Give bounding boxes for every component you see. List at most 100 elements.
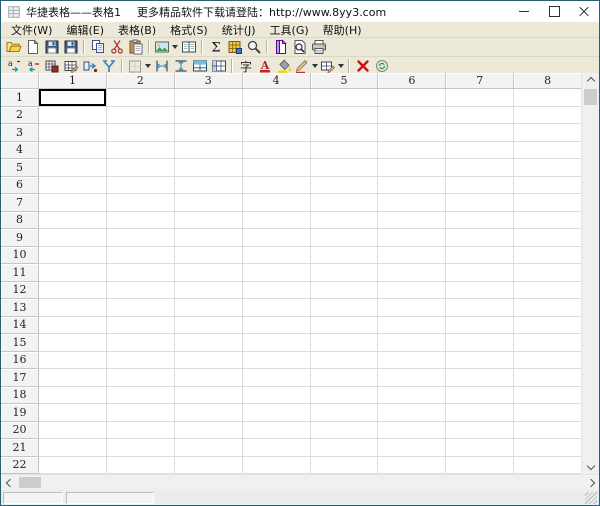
- grid-cell[interactable]: [446, 194, 514, 212]
- scroll-right-button[interactable]: [582, 475, 599, 491]
- menu-statistics[interactable]: 统计(J): [215, 22, 263, 38]
- grid-cell[interactable]: [107, 247, 175, 265]
- delete-cells-button[interactable]: [42, 58, 61, 75]
- font-button[interactable]: 字: [236, 58, 255, 75]
- grid-cell[interactable]: [378, 369, 446, 387]
- row-header[interactable]: 14: [1, 317, 39, 335]
- grid-cell[interactable]: [39, 282, 107, 300]
- grid-cell[interactable]: [175, 124, 243, 142]
- grid-cell[interactable]: [311, 159, 379, 177]
- row-header[interactable]: 12: [1, 282, 39, 300]
- grid-cell[interactable]: [175, 352, 243, 370]
- insert-image-button[interactable]: [153, 39, 179, 56]
- print-preview-button[interactable]: [290, 39, 309, 56]
- grid-cell[interactable]: [378, 177, 446, 195]
- grid-cell[interactable]: [378, 159, 446, 177]
- grid-cell[interactable]: [39, 142, 107, 160]
- grid-cell[interactable]: [514, 212, 582, 230]
- grid-cell[interactable]: [311, 142, 379, 160]
- grid-cell[interactable]: [446, 404, 514, 422]
- grid-cell[interactable]: [311, 404, 379, 422]
- print-button[interactable]: [309, 39, 328, 56]
- grid-cell[interactable]: [243, 439, 311, 457]
- grid-cell[interactable]: [107, 422, 175, 440]
- grid-cell[interactable]: [311, 457, 379, 475]
- grid-cell[interactable]: [107, 299, 175, 317]
- draw-table-button[interactable]: [61, 58, 80, 75]
- grid-cell[interactable]: [39, 369, 107, 387]
- save-as-button[interactable]: [61, 39, 80, 56]
- font-color-button[interactable]: A: [255, 58, 274, 75]
- grid-cell[interactable]: [514, 457, 582, 475]
- grid-cell[interactable]: [514, 352, 582, 370]
- grid-cell[interactable]: [243, 387, 311, 405]
- column-header[interactable]: 4: [243, 73, 311, 89]
- grid-cell[interactable]: [175, 142, 243, 160]
- grid-cell[interactable]: [39, 352, 107, 370]
- view-pages-button[interactable]: [179, 39, 198, 56]
- grid-cell[interactable]: [311, 89, 379, 107]
- grid-cell[interactable]: [514, 142, 582, 160]
- grid-cell[interactable]: [446, 439, 514, 457]
- new-document-button[interactable]: [23, 39, 42, 56]
- row-header[interactable]: 2: [1, 107, 39, 125]
- grid-cell[interactable]: [446, 369, 514, 387]
- grid-cell[interactable]: [446, 352, 514, 370]
- row-header[interactable]: 16: [1, 352, 39, 370]
- move-cells-button[interactable]: [80, 58, 99, 75]
- grid-cell[interactable]: [243, 229, 311, 247]
- row-header[interactable]: 11: [1, 264, 39, 282]
- grid-cell[interactable]: [107, 159, 175, 177]
- grid-cell[interactable]: [378, 107, 446, 125]
- menu-file[interactable]: 文件(W): [4, 22, 59, 38]
- grid-cell[interactable]: [378, 264, 446, 282]
- grid-cell[interactable]: [107, 107, 175, 125]
- grid-cell[interactable]: [107, 457, 175, 475]
- grid-cell[interactable]: [243, 264, 311, 282]
- grid-cell[interactable]: [107, 317, 175, 335]
- grid-cell[interactable]: [514, 404, 582, 422]
- insert-cells-left-button[interactable]: a: [4, 58, 23, 75]
- paste-button[interactable]: [126, 39, 145, 56]
- grid-cell[interactable]: [107, 387, 175, 405]
- grid-cell[interactable]: [311, 299, 379, 317]
- maximize-button[interactable]: [539, 1, 569, 22]
- grid-cell[interactable]: [175, 317, 243, 335]
- grid-cell[interactable]: [243, 282, 311, 300]
- vertical-scroll-thumb[interactable]: [584, 89, 597, 105]
- grid-cell[interactable]: [175, 439, 243, 457]
- grid-cell[interactable]: [446, 124, 514, 142]
- grid-cell[interactable]: [175, 159, 243, 177]
- grid-cell[interactable]: [311, 107, 379, 125]
- grid-cell[interactable]: [311, 124, 379, 142]
- grid-cell[interactable]: [446, 282, 514, 300]
- grid-cell[interactable]: [39, 107, 107, 125]
- scroll-down-button[interactable]: [582, 458, 599, 474]
- grid-cell[interactable]: [514, 264, 582, 282]
- grid-cell[interactable]: [378, 229, 446, 247]
- grid-cell[interactable]: [243, 212, 311, 230]
- menu-format[interactable]: 格式(S): [163, 22, 215, 38]
- scroll-up-button[interactable]: [582, 73, 599, 89]
- grid-cell[interactable]: [175, 457, 243, 475]
- zoom-button[interactable]: [244, 39, 263, 56]
- grid-cell[interactable]: [39, 457, 107, 475]
- statistics-table-button[interactable]: [225, 39, 244, 56]
- grid-cell[interactable]: [311, 247, 379, 265]
- grid-cell[interactable]: [446, 107, 514, 125]
- sum-button[interactable]: Σ: [206, 39, 225, 56]
- grid-cell[interactable]: [378, 387, 446, 405]
- column-header[interactable]: 3: [175, 73, 243, 89]
- menu-help[interactable]: 帮助(H): [316, 22, 369, 38]
- grid-cell[interactable]: [39, 229, 107, 247]
- grid-cell[interactable]: [243, 194, 311, 212]
- column-header[interactable]: 6: [378, 73, 446, 89]
- delete-red-x-button[interactable]: [353, 58, 372, 75]
- grid-cell[interactable]: [514, 177, 582, 195]
- close-button[interactable]: [569, 1, 599, 22]
- save-button[interactable]: [42, 39, 61, 56]
- grid-cell[interactable]: [39, 439, 107, 457]
- grid-cell[interactable]: [243, 457, 311, 475]
- minimize-button[interactable]: [509, 1, 539, 22]
- grid-cell[interactable]: [514, 159, 582, 177]
